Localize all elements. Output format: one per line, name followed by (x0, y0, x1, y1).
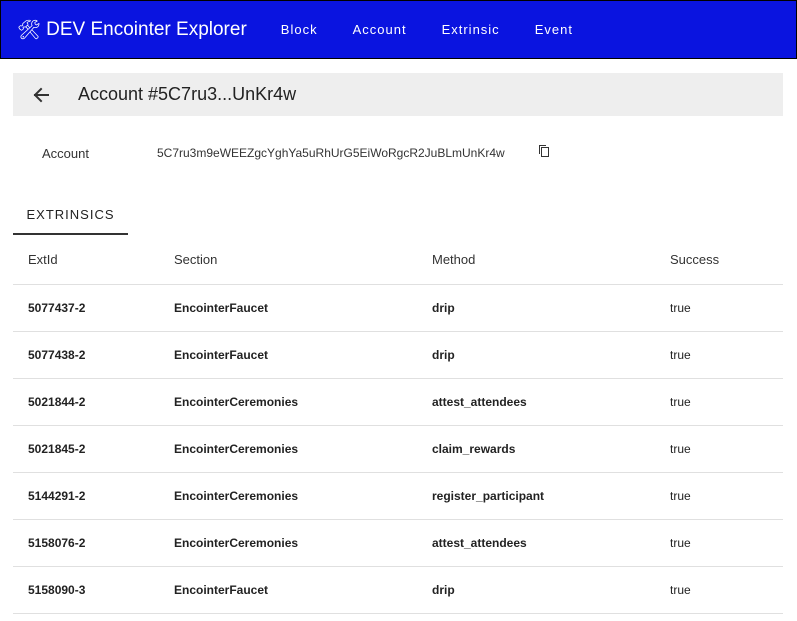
cell-success: true (670, 536, 691, 550)
table-header: ExtId Section Method Success (13, 238, 783, 285)
cell-section: EncointerCeremonies (174, 536, 299, 550)
table-row[interactable]: 5158076-2 EncointerCeremonies attest_att… (13, 520, 783, 567)
cell-section: EncointerCeremonies (174, 395, 299, 409)
cell-success: true (670, 348, 691, 362)
cell-extid[interactable]: 5021844-2 (28, 395, 85, 409)
cell-success: true (670, 442, 691, 456)
account-label: Account (42, 146, 89, 161)
nav-item-extrinsic[interactable]: Extrinsic (442, 22, 500, 37)
cell-extid[interactable]: 5144291-2 (28, 489, 85, 503)
table-row[interactable]: 5158090-3 EncointerFaucet drip true (13, 567, 783, 614)
tools-icon: 🛠 (17, 19, 42, 41)
cell-section: EncointerFaucet (174, 348, 269, 362)
table-row[interactable]: 5021845-2 EncointerCeremonies claim_rewa… (13, 426, 783, 473)
cell-extid[interactable]: 5077437-2 (28, 301, 85, 315)
back-arrow-icon[interactable] (30, 84, 52, 106)
cell-method: drip (432, 583, 455, 597)
app-title: DEV Encointer Explorer (46, 18, 247, 40)
cell-section: EncointerFaucet (174, 301, 269, 315)
table-row[interactable]: 5144291-2 EncointerCeremonies register_p… (13, 473, 783, 520)
cell-section: EncointerFaucet (174, 583, 269, 597)
cell-extid[interactable]: 5021845-2 (28, 442, 85, 456)
page-header: Account #5C7ru3...UnKr4w (13, 73, 783, 116)
copy-icon[interactable] (538, 144, 550, 158)
account-info-row: Account 5C7ru3m9eWEEZgcYghYa5uRhUrG5EiWo… (0, 141, 797, 165)
header-method: Method (432, 252, 476, 267)
nav-item-account[interactable]: Account (353, 22, 407, 37)
table-row[interactable]: 5021844-2 EncointerCeremonies attest_att… (13, 379, 783, 426)
cell-method: drip (432, 301, 455, 315)
header-extid: ExtId (28, 252, 58, 267)
top-app-bar: 🛠 DEV Encointer Explorer Block Account E… (0, 0, 797, 59)
cell-method: claim_rewards (432, 442, 516, 456)
cell-success: true (670, 395, 691, 409)
nav-item-event[interactable]: Event (535, 22, 573, 37)
app-brand[interactable]: 🛠 DEV Encointer Explorer (17, 18, 247, 42)
cell-method: attest_attendees (432, 536, 527, 550)
cell-success: true (670, 301, 691, 315)
nav-item-block[interactable]: Block (281, 22, 318, 37)
cell-method: attest_attendees (432, 395, 527, 409)
tab-extrinsics-label: EXTRINSICS (26, 206, 115, 222)
cell-method: drip (432, 348, 455, 362)
cell-success: true (670, 583, 691, 597)
tab-extrinsics[interactable]: EXTRINSICS (13, 195, 128, 235)
account-address: 5C7ru3m9eWEEZgcYghYa5uRhUrG5EiWoRgcR2JuB… (157, 146, 505, 160)
cell-section: EncointerCeremonies (174, 489, 299, 503)
cell-success: true (670, 489, 691, 503)
cell-method: register_participant (432, 489, 545, 503)
header-success: Success (670, 252, 720, 267)
table-row[interactable]: 5077438-2 EncointerFaucet drip true (13, 332, 783, 379)
extrinsics-table: ExtId Section Method Success 5077437-2 E… (13, 238, 783, 614)
table-row[interactable]: 5077437-2 EncointerFaucet drip true (13, 285, 783, 332)
cell-extid[interactable]: 5158076-2 (28, 536, 85, 550)
cell-extid[interactable]: 5077438-2 (28, 348, 85, 362)
cell-section: EncointerCeremonies (174, 442, 299, 456)
page-title: Account #5C7ru3...UnKr4w (78, 84, 297, 104)
main-nav: Block Account Extrinsic Event (281, 22, 608, 37)
cell-extid[interactable]: 5158090-3 (28, 583, 85, 597)
header-section: Section (174, 252, 218, 267)
